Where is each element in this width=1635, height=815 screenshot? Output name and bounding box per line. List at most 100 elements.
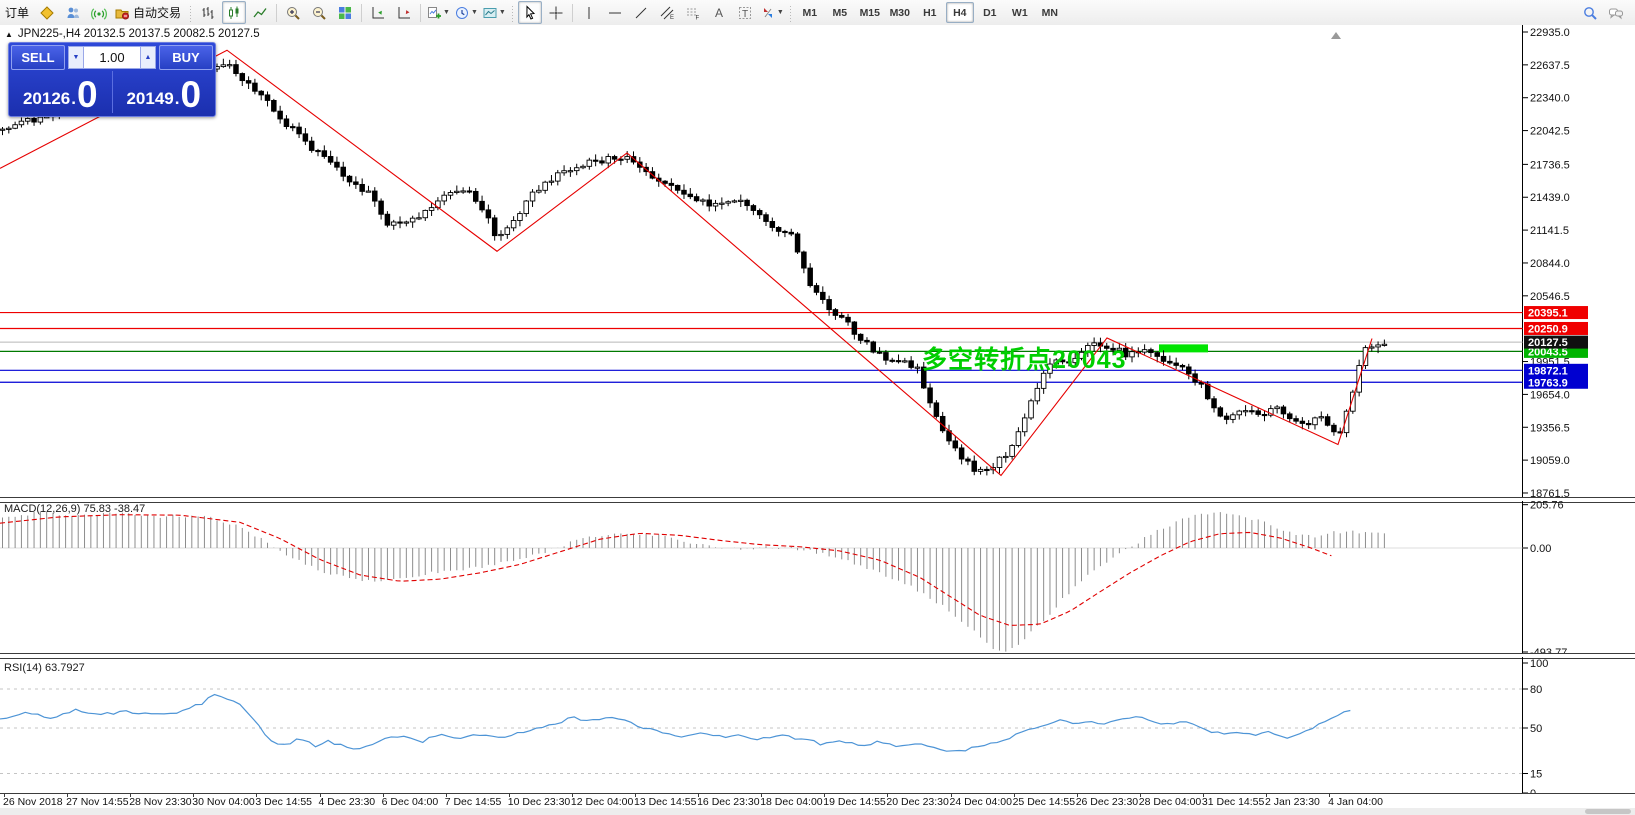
search-button[interactable] [1578, 1, 1602, 24]
dropdown-caret: ▼ [443, 9, 450, 16]
rsi-panel[interactable]: 1008050150 [0, 657, 1635, 793]
indicator-window-button[interactable] [366, 1, 390, 24]
fibonacci-icon: F [685, 5, 701, 21]
macd-indicator-label: MACD(12,26,9) 75.83 -38.47 [4, 503, 145, 515]
tile-windows-button[interactable] [333, 1, 357, 24]
chart-title: JPN225-,H4 20132.5 20137.5 20082.5 20127… [18, 28, 260, 40]
sell-price[interactable]: 20126 . 0 [9, 71, 113, 113]
time-axis-label: 12 Dec 04:00 [571, 796, 633, 808]
chart-scrollbar[interactable] [0, 808, 1635, 815]
channel-button[interactable]: E [655, 1, 679, 24]
candlestick-chart-button[interactable] [222, 1, 246, 24]
svg-text:19654.0: 19654.0 [1530, 389, 1570, 401]
toolbar-group-indicator-windows [365, 0, 417, 25]
panel-collapse-icon[interactable]: ▲ [5, 30, 13, 39]
highlight-trend-segment[interactable] [1159, 344, 1208, 352]
sell-button[interactable]: SELL [11, 45, 65, 70]
arrows-button[interactable]: ▼ [759, 1, 785, 24]
candlestick-icon [226, 5, 242, 21]
time-axis-label: 26 Dec 23:30 [1076, 796, 1138, 808]
volume-input[interactable]: 1.00 [84, 46, 140, 69]
line-chart-button[interactable] [248, 1, 272, 24]
metaquotes-icon-button[interactable] [35, 1, 59, 24]
sell-price-main: 20126 [23, 90, 70, 107]
buy-price[interactable]: 20149 . 0 [113, 71, 216, 113]
toolbar-group-objects: E F A T ▼ [576, 0, 786, 25]
macd-panel[interactable]: 205.760.00-493.77 [0, 501, 1635, 653]
buy-price-main: 20149 [126, 90, 173, 107]
volume-down-button[interactable]: ▼ [68, 46, 84, 69]
time-axis-label: 4 Dec 23:30 [319, 796, 376, 808]
svg-text:15: 15 [1530, 769, 1542, 781]
svg-text:F: F [695, 15, 699, 21]
scrollbar-thumb[interactable] [1585, 809, 1631, 814]
toolbar-drag-handle[interactable] [188, 4, 193, 22]
zoom-out-button[interactable] [307, 1, 331, 24]
timeframe-m15-button[interactable]: M15 [856, 2, 884, 23]
axis-green-arrow-icon [370, 5, 386, 21]
chat-button[interactable] [1604, 1, 1628, 24]
time-axis-label: 19 Dec 14:55 [823, 796, 885, 808]
tile-windows-icon [337, 5, 353, 21]
dropdown-caret: ▼ [499, 9, 506, 16]
chart-window: 22935.022637.522340.022042.521736.521439… [0, 25, 1635, 815]
template-button[interactable]: ▼ [481, 1, 507, 24]
timeframe-m30-button[interactable]: M30 [886, 2, 914, 23]
volume-up-button[interactable]: ▲ [140, 46, 156, 69]
sell-price-pip: 0 [77, 81, 98, 110]
vertical-line-button[interactable] [577, 1, 601, 24]
svg-text:T: T [742, 9, 748, 20]
new-order-button[interactable]: 订单 [1, 1, 33, 24]
time-axis-label: 4 Jan 04:00 [1328, 796, 1383, 808]
svg-text:E: E [670, 15, 674, 21]
zoom-out-icon [311, 5, 327, 21]
svg-text:21141.5: 21141.5 [1530, 225, 1569, 237]
timeframe-m5-button[interactable]: M5 [826, 2, 854, 23]
main-chart-panel[interactable]: 22935.022637.522340.022042.521736.521439… [0, 25, 1635, 497]
sell-price-dot: . [71, 90, 76, 107]
toolbar-drag-handle[interactable] [510, 4, 515, 22]
timeframe-mn-button[interactable]: MN [1036, 2, 1064, 23]
svg-text:20844.0: 20844.0 [1530, 258, 1570, 270]
svg-text:0.00: 0.00 [1530, 543, 1551, 555]
chart-shift-marker[interactable] [1331, 32, 1341, 39]
svg-text:A: A [715, 6, 723, 20]
trendline-button[interactable] [629, 1, 653, 24]
fibonacci-button[interactable]: F [681, 1, 705, 24]
community-button[interactable] [61, 1, 85, 24]
autotrading-label: 自动交易 [130, 4, 184, 21]
horizontal-line-icon [607, 5, 623, 21]
timeframe-m1-button[interactable]: M1 [796, 2, 824, 23]
time-axis-label: 16 Dec 23:30 [697, 796, 759, 808]
crosshair-button[interactable] [544, 1, 568, 24]
dropdown-caret: ▼ [471, 9, 478, 16]
svg-text:21439.0: 21439.0 [1530, 192, 1570, 204]
buy-price-dot: . [175, 90, 180, 107]
time-axis-label: 2 Jan 23:30 [1265, 796, 1320, 808]
period-button[interactable]: ▼ [453, 1, 479, 24]
toolbar-drag-handle[interactable] [788, 4, 793, 22]
timeframe-w1-button[interactable]: W1 [1006, 2, 1034, 23]
bar-chart-button[interactable] [196, 1, 220, 24]
cursor-button[interactable] [518, 1, 542, 24]
time-axis-label: 13 Dec 14:55 [634, 796, 696, 808]
text-button[interactable]: A [707, 1, 731, 24]
indicator-window-2-button[interactable] [392, 1, 416, 24]
chart-text-annotation[interactable]: 多空转折点20043 [922, 340, 1127, 376]
cursor-arrow-icon [522, 5, 538, 21]
timeframe-h4-button[interactable]: H4 [946, 2, 974, 23]
autotrading-button[interactable]: 自动交易 [113, 1, 185, 24]
add-chart-button[interactable]: ▼ [425, 1, 451, 24]
vertical-line-icon [581, 5, 597, 21]
timeframe-d1-button[interactable]: D1 [976, 2, 1004, 23]
time-axis[interactable]: 26 Nov 201827 Nov 14:5528 Nov 23:3030 No… [0, 793, 1635, 809]
timeframe-h1-button[interactable]: H1 [916, 2, 944, 23]
svg-text:22935.0: 22935.0 [1530, 27, 1570, 39]
horizontal-line-button[interactable] [603, 1, 627, 24]
signals-button[interactable] [87, 1, 111, 24]
toolbar-group-chart-type [195, 0, 273, 25]
text-label-button[interactable]: T [733, 1, 757, 24]
zoom-in-button[interactable] [281, 1, 305, 24]
buy-button[interactable]: BUY [159, 45, 213, 70]
toolbar-group-zoom [280, 0, 358, 25]
